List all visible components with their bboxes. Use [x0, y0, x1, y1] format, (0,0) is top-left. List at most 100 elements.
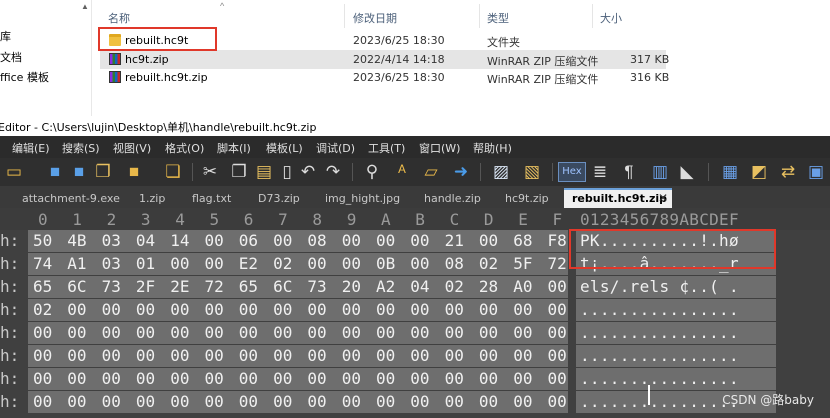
template-icon[interactable]: ▨	[491, 162, 511, 182]
hex-byte[interactable]: 00	[273, 323, 292, 342]
hex-row[interactable]: h: 00 00 00 00 00 00 00 00 00 00 00 00 00 00 00 00......…	[0, 322, 830, 344]
nav-item-office-templates[interactable]: ffice 模板	[0, 69, 49, 85]
hex-byte[interactable]: 00	[102, 300, 121, 319]
hex-byte[interactable]: 00	[342, 392, 361, 411]
ascii-text[interactable]: ................	[580, 346, 739, 365]
hex-byte[interactable]: 68	[513, 231, 532, 250]
open-folder-icon[interactable]: ▭	[4, 162, 24, 182]
hex-byte[interactable]: A2	[376, 277, 395, 296]
find-in-files-icon[interactable]: ▱	[421, 162, 441, 182]
hex-byte[interactable]: 00	[548, 392, 567, 411]
ascii-text[interactable]: ................	[580, 323, 739, 342]
hex-byte[interactable]: 00	[342, 346, 361, 365]
hex-byte[interactable]: 00	[307, 392, 326, 411]
hex-byte[interactable]: 00	[342, 300, 361, 319]
hex-byte[interactable]: 00	[342, 369, 361, 388]
hex-byte[interactable]: 00	[548, 300, 567, 319]
hex-byte[interactable]: 00	[33, 323, 52, 342]
column-divider[interactable]	[479, 4, 480, 28]
hex-byte[interactable]: 00	[548, 346, 567, 365]
hex-byte[interactable]: 00	[205, 369, 224, 388]
hex-byte[interactable]: 00	[205, 300, 224, 319]
hex-byte[interactable]: 08	[445, 254, 464, 273]
menu-tools[interactable]: 工具(T)	[368, 140, 405, 156]
hex-byte[interactable]: 00	[136, 323, 155, 342]
hex-byte[interactable]: 73	[102, 277, 121, 296]
hex-byte[interactable]: 00	[67, 392, 86, 411]
hex-byte[interactable]: 00	[170, 300, 189, 319]
menu-debug[interactable]: 调试(D)	[316, 140, 355, 156]
hex-byte[interactable]: 00	[479, 369, 498, 388]
hex-byte[interactable]: 50	[33, 231, 52, 250]
hex-byte[interactable]: 2E	[170, 277, 189, 296]
save-all-icon[interactable]: ■	[69, 162, 89, 182]
hex-byte[interactable]: 00	[479, 392, 498, 411]
hex-byte[interactable]: A1	[67, 254, 86, 273]
column-mode-icon[interactable]: ≣	[590, 162, 610, 182]
hex-byte[interactable]: 6C	[273, 277, 292, 296]
hex-byte[interactable]: 00	[307, 300, 326, 319]
columns-icon[interactable]: ▥	[650, 162, 670, 182]
hex-byte[interactable]: 00	[273, 392, 292, 411]
hex-byte[interactable]: 00	[410, 346, 429, 365]
menu-view[interactable]: 视图(V)	[113, 140, 151, 156]
hex-byte[interactable]: 00	[33, 346, 52, 365]
hex-byte[interactable]: 04	[136, 231, 155, 250]
hex-byte[interactable]: 00	[170, 323, 189, 342]
hex-byte[interactable]: 00	[136, 392, 155, 411]
copy-icon[interactable]: ❐	[229, 162, 249, 182]
hex-byte[interactable]: 00	[67, 346, 86, 365]
column-header-size[interactable]: 大小	[600, 10, 622, 26]
hex-byte[interactable]: 00	[376, 392, 395, 411]
hex-byte[interactable]: 00	[102, 392, 121, 411]
scroll-up-icon[interactable]: ▲	[81, 2, 89, 11]
hex-byte[interactable]: 00	[342, 323, 361, 342]
hex-byte[interactable]: 00	[410, 323, 429, 342]
delete-icon[interactable]: ▯	[277, 162, 297, 182]
hex-byte[interactable]: F8	[548, 231, 567, 250]
hex-byte[interactable]: 00	[205, 392, 224, 411]
hex-byte[interactable]: 00	[205, 346, 224, 365]
hex-byte[interactable]: 00	[548, 323, 567, 342]
hex-byte[interactable]: 28	[479, 277, 498, 296]
find-icon[interactable]: ⚲	[362, 162, 382, 182]
hex-byte[interactable]: 00	[307, 346, 326, 365]
hex-byte[interactable]: 00	[479, 231, 498, 250]
hex-byte[interactable]: 00	[479, 300, 498, 319]
ascii-text[interactable]: ................	[580, 300, 739, 319]
hex-byte[interactable]: 00	[170, 346, 189, 365]
ascii-text[interactable]: ................	[580, 369, 739, 388]
hex-byte[interactable]: 00	[239, 392, 258, 411]
hex-byte[interactable]: 00	[479, 346, 498, 365]
hex-byte[interactable]: 00	[376, 369, 395, 388]
hex-byte[interactable]: 00	[307, 254, 326, 273]
hex-byte[interactable]: 72	[548, 254, 567, 273]
hex-byte[interactable]: 00	[410, 392, 429, 411]
hex-byte[interactable]: 20	[342, 277, 361, 296]
tab-d73-zip[interactable]: D73.zip	[258, 192, 300, 205]
hex-byte[interactable]: 00	[205, 231, 224, 250]
hex-byte[interactable]: 00	[410, 231, 429, 250]
tab-img-hight[interactable]: img_hight.jpg	[325, 192, 400, 205]
hex-byte[interactable]: 00	[445, 300, 464, 319]
hex-byte[interactable]: 02	[445, 277, 464, 296]
hex-byte[interactable]: 00	[445, 369, 464, 388]
hex-byte[interactable]: 00	[205, 323, 224, 342]
menu-window[interactable]: 窗口(W)	[419, 140, 460, 156]
hex-mode-button[interactable]: Hex	[558, 162, 586, 182]
hex-byte[interactable]: 00	[170, 392, 189, 411]
column-header-type[interactable]: 类型	[487, 10, 509, 26]
menu-help[interactable]: 帮助(H)	[473, 140, 512, 156]
hex-byte[interactable]: 74	[33, 254, 52, 273]
hex-byte[interactable]: 00	[273, 300, 292, 319]
hex-byte[interactable]: 02	[33, 300, 52, 319]
hex-byte[interactable]: 00	[342, 254, 361, 273]
hex-byte[interactable]: 00	[170, 254, 189, 273]
script-icon[interactable]: ▧	[522, 162, 542, 182]
hex-row[interactable]: h: 65 6C 73 2F 2E 72 65 6C 73 20 A2 04 02 28 A0 00 els/.r…	[0, 276, 830, 298]
hex-byte[interactable]: 5F	[513, 254, 532, 273]
file-row[interactable]: rebuilt.hc9t.zip 2023/6/25 18:30 WinRAR …	[100, 68, 669, 87]
hex-byte[interactable]: 00	[513, 300, 532, 319]
hex-byte[interactable]: 00	[67, 323, 86, 342]
tab-rebuilt-hc9t-zip[interactable]: rebuilt.hc9t.zip ✕	[564, 188, 672, 208]
